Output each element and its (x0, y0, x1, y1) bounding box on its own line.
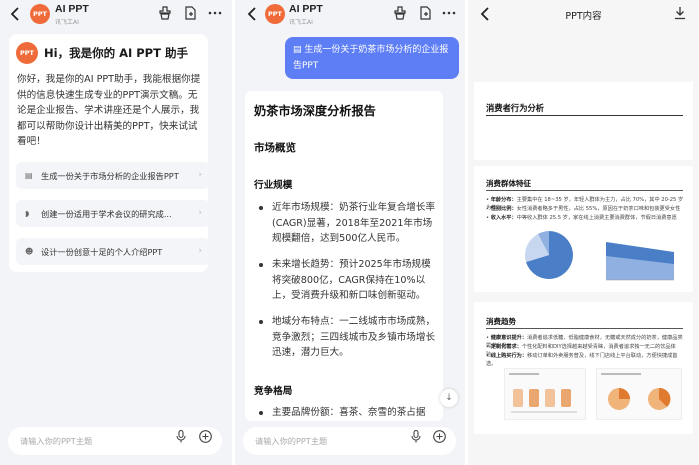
microphone-icon[interactable] (411, 430, 421, 443)
pie-charts-illustration (601, 373, 671, 410)
book-icon: ◗ (25, 209, 30, 218)
suggestion-item[interactable]: ▤ 生成一份关于市场分析的企业报告PPT › (16, 162, 210, 189)
app-logo: PPT (265, 4, 285, 24)
slide-title: 消费者行为分析 (486, 103, 545, 113)
welcome-title: Hi，我是你的 AI PPT 助手 (44, 46, 188, 60)
chat-report-panel: PPT AI PPT 讯飞工AI ▤ 生成一份关于奶茶市场分析的企业报告PPT … (235, 0, 465, 465)
embedded-slide-preview (596, 368, 682, 420)
slide-thumbnail[interactable]: 消费群体特征 • 年龄分布：主要集中在 18~35 岁，年轻人群体为主力，占比 … (474, 166, 693, 292)
slide-bullet: • 线上购买行为：移动订单和外卖服务普及，线下门店线上平台联动，方便快捷成首选。 (486, 353, 678, 367)
app-subtitle: 讯飞工AI (55, 19, 79, 26)
message-icon: ▤ (293, 45, 305, 55)
divider (486, 328, 683, 329)
welcome-card: PPT Hi，我是你的 AI PPT 助手 你好，我是你的AI PPT助手，我能… (9, 34, 210, 272)
chevron-right-icon: › (198, 208, 202, 218)
divider (486, 190, 683, 191)
chevron-right-icon: › (198, 246, 202, 256)
slide-title: 消费趋势 (486, 317, 516, 326)
add-icon[interactable] (199, 430, 212, 443)
pie-chart-thumbnail (525, 231, 573, 279)
cups-illustration (509, 373, 577, 413)
area-chart-thumbnail (606, 242, 674, 281)
input-placeholder: 请输入你的PPT主题 (255, 436, 328, 446)
divider (486, 115, 683, 116)
suggestion-label: 生成一份关于市场分析的企业报告PPT (41, 170, 179, 181)
slide-bullet: • 性别比例：女性消费者略多于男性，占比 55%，原因在于奶茶口味和包装更受女性 (486, 206, 681, 212)
suggestion-label: 设计一份创意十足的个人介绍PPT (41, 246, 163, 257)
app-logo: PPT (30, 4, 50, 24)
scroll-down-button[interactable]: ↓ (440, 389, 458, 407)
suggestion-item[interactable]: ☻ 设计一份创意十足的个人介绍PPT › (16, 238, 210, 265)
embedded-slide-preview (504, 368, 586, 420)
app-subtitle: 讯飞工AI (289, 19, 313, 26)
report-bullet: 未来增长趋势：预计2025年市场规模将突破800亿，CAGR保持在10%以上，受… (259, 257, 437, 304)
more-icon[interactable] (442, 6, 456, 20)
prompt-input[interactable]: 请输入你的PPT主题 (8, 427, 222, 455)
app-title: AI PPT (289, 3, 323, 15)
prompt-input[interactable]: 请输入你的PPT主题 (243, 427, 456, 455)
back-arrow-icon[interactable] (8, 5, 22, 23)
report-bullet: 地域分布特点：一二线城市市场成熟，竞争激烈；三四线城市及乡镇市场增长迅速，潜力巨… (259, 314, 437, 361)
slide-bullet: • 收入水平：中等收入群体 25.5 岁，家在线上消费主要消费群体，节假日消费意… (486, 215, 677, 221)
clean-icon[interactable] (158, 6, 172, 20)
page-title: PPT内容 (565, 11, 602, 22)
input-placeholder: 请输入你的PPT主题 (20, 436, 93, 446)
add-icon[interactable] (433, 430, 446, 443)
more-icon[interactable] (208, 6, 222, 20)
new-doc-icon[interactable] (418, 6, 432, 20)
slide-title: 消费群体特征 (486, 179, 531, 188)
subsection-heading: 竞争格局 (254, 386, 293, 397)
suggestion-label: 创建一份适用于学术会议的研究成... (41, 208, 172, 219)
new-doc-icon[interactable] (183, 6, 197, 20)
user-message-bubble: ▤ 生成一份关于奶茶市场分析的企业报告PPT (285, 37, 459, 79)
back-arrow-icon[interactable] (245, 5, 259, 23)
arrow-down-icon: ↓ (445, 393, 453, 403)
report-bullet: 主要品牌份额：喜茶、奈雪的茶占据 (259, 405, 437, 421)
clean-icon[interactable] (393, 6, 407, 20)
report-title: 奶茶市场深度分析报告 (254, 104, 376, 118)
header: PPT AI PPT 讯飞工AI (235, 0, 465, 30)
welcome-body: 你好，我是你的AI PPT助手，我能根据你提供的信息快速生成专业的PPT演示文稿… (17, 74, 201, 148)
microphone-icon[interactable] (176, 430, 186, 443)
slide-thumbnail[interactable]: 消费者行为分析 (474, 82, 693, 160)
chevron-right-icon: › (198, 170, 202, 180)
chat-home-panel: PPT AI PPT 讯飞工AI PPT Hi，我是你的 AI PPT 助手 你… (0, 0, 232, 465)
subsection-heading: 行业规模 (254, 180, 293, 191)
download-icon[interactable] (674, 6, 686, 20)
document-icon: ▤ (25, 171, 33, 180)
header: PPT AI PPT 讯飞工AI (0, 0, 232, 30)
report-bullet: 近年市场规模：奶茶行业年复合增长率(CAGR)显著，2018年至2021年市场规… (259, 200, 437, 247)
person-icon: ☻ (25, 247, 34, 256)
report-card: 奶茶市场深度分析报告 市场概览 行业规模 近年市场规模：奶茶行业年复合增长率(C… (245, 91, 443, 421)
section-heading: 市场概览 (254, 142, 296, 154)
slide-thumbnail[interactable]: 消费趋势 • 健康意识提升：消费者追求低糖、低脂健康食材，无糖或天然成分的奶茶，… (474, 302, 693, 434)
app-title: AI PPT (55, 3, 89, 15)
suggestion-item[interactable]: ◗ 创建一份适用于学术会议的研究成... › (16, 200, 210, 227)
ppt-content-panel: PPT内容 消费者行为分析 消费群体特征 • 年龄分布：主要集中在 18~35 … (468, 0, 699, 465)
user-message-text: 生成一份关于奶茶市场分析的企业报告PPT (293, 45, 449, 71)
assistant-avatar: PPT (16, 42, 38, 64)
